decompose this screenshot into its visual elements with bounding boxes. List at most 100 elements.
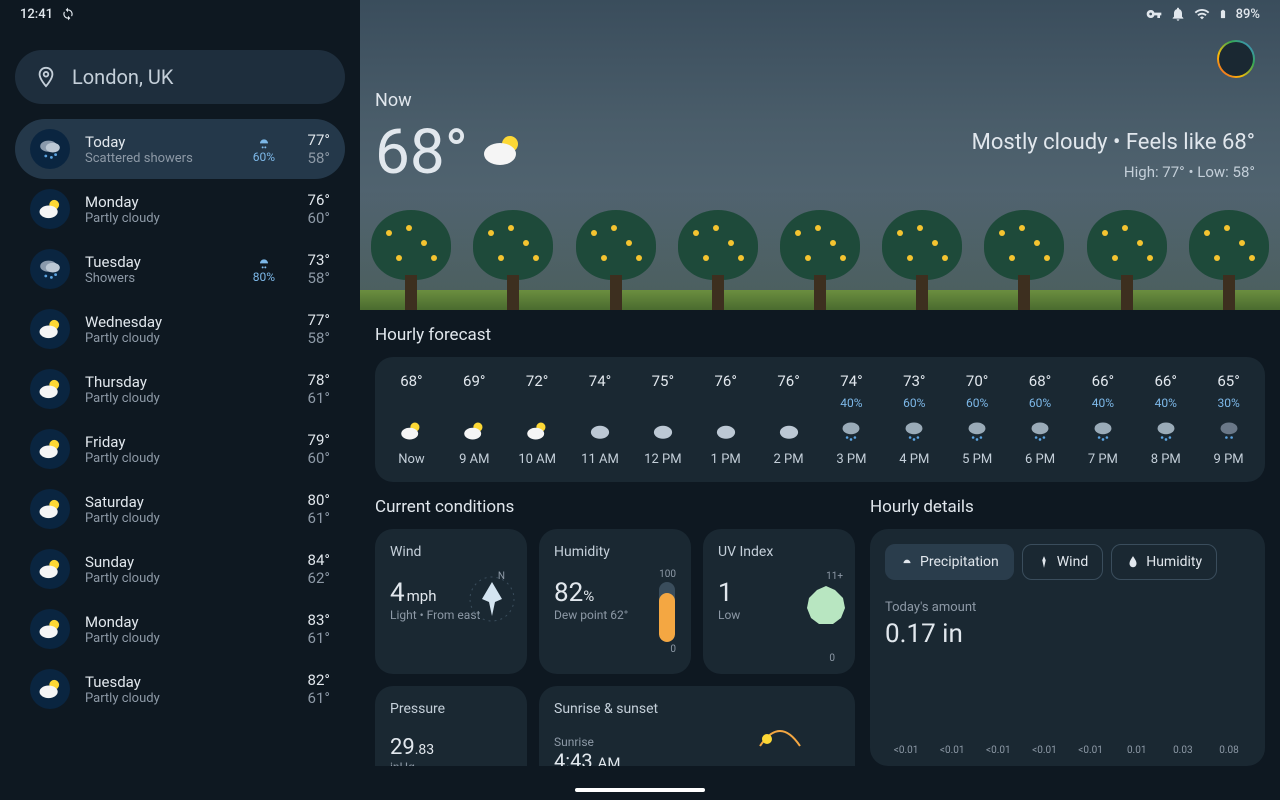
hourly-item-5[interactable]: 76° 1 PM — [694, 372, 757, 467]
humidity-label: Humidity — [554, 544, 676, 560]
forecast-low: 58° — [308, 149, 330, 167]
hourly-time: 11 AM — [581, 452, 619, 467]
forecast-condition: Partly cloudy — [85, 571, 230, 586]
hourly-time: 12 PM — [644, 452, 681, 467]
forecast-low: 61° — [308, 389, 330, 407]
hourly-item-2[interactable]: 72° 10 AM — [506, 372, 569, 467]
forecast-item-3[interactable]: Wednesday Partly cloudy 77° 58° — [15, 299, 345, 359]
forecast-item-8[interactable]: Monday Partly cloudy 83° 61° — [15, 599, 345, 659]
hourly-precip: 40% — [1155, 396, 1177, 410]
hourly-weather-icon — [461, 416, 487, 446]
hourly-forecast[interactable]: 68° Now 69° 9 AM 72° 10 AM 74° 11 AM 75° — [375, 357, 1265, 482]
location-bar[interactable]: London, UK — [15, 50, 345, 104]
hourly-precip: 40% — [1092, 396, 1114, 410]
hourly-weather-icon — [524, 416, 550, 446]
forecast-item-7[interactable]: Sunday Partly cloudy 84° 62° — [15, 539, 345, 599]
forecast-weather-icon — [30, 249, 70, 289]
forecast-item-1[interactable]: Monday Partly cloudy 76° 60° — [15, 179, 345, 239]
tab-humidity[interactable]: Humidity — [1111, 544, 1217, 580]
hourly-item-9[interactable]: 70° 60% 5 PM — [946, 372, 1009, 467]
wind-label: Wind — [390, 544, 512, 560]
forecast-item-4[interactable]: Thursday Partly cloudy 78° 61° — [15, 359, 345, 419]
forecast-day: Wednesday — [85, 313, 230, 331]
hourly-item-13[interactable]: 65° 30% 9 PM — [1197, 372, 1260, 467]
forecast-day: Tuesday — [85, 673, 230, 691]
forecast-condition: Partly cloudy — [85, 391, 230, 406]
forecast-item-0[interactable]: Today Scattered showers 60% 77° 58° — [15, 119, 345, 179]
forecast-high: 78° — [308, 371, 330, 389]
forecast-item-9[interactable]: Tuesday Partly cloudy 82° 61° — [15, 659, 345, 719]
hourly-item-11[interactable]: 66° 40% 7 PM — [1071, 372, 1134, 467]
forecast-condition: Partly cloudy — [85, 451, 230, 466]
forecast-weather-icon — [30, 489, 70, 529]
hourly-item-8[interactable]: 73° 60% 4 PM — [883, 372, 946, 467]
hourly-weather-icon — [776, 416, 802, 446]
forecast-high: 77° — [308, 311, 330, 329]
current-temp: 68° — [375, 116, 468, 189]
hourly-weather-icon — [964, 416, 990, 446]
hourly-title: Hourly forecast — [375, 325, 1265, 345]
forecast-high: 79° — [308, 431, 330, 449]
forecast-condition: Partly cloudy — [85, 331, 230, 346]
battery-icon — [1218, 6, 1228, 22]
forecast-weather-icon — [30, 129, 70, 169]
hourly-item-0[interactable]: 68° Now — [380, 372, 443, 467]
hourly-time: 8 PM — [1151, 452, 1181, 467]
forecast-low: 58° — [308, 269, 330, 287]
hourly-item-12[interactable]: 66° 40% 8 PM — [1134, 372, 1197, 467]
location-icon — [35, 66, 57, 88]
hourly-time: 1 PM — [711, 452, 741, 467]
hourly-temp: 72° — [526, 372, 548, 390]
hourly-item-1[interactable]: 69° 9 AM — [443, 372, 506, 467]
forecast-weather-icon — [30, 309, 70, 349]
hourly-precip: 30% — [1217, 396, 1239, 410]
forecast-high: 76° — [308, 191, 330, 209]
detail-bar: <0.01 — [885, 745, 927, 756]
forecast-list: Today Scattered showers 60% 77° 58° Mond… — [15, 119, 345, 719]
forecast-condition: Partly cloudy — [85, 511, 230, 526]
vpn-icon — [1146, 6, 1162, 22]
hero-section: Now 68° Mostly cloudy • Feels like 68° H… — [360, 0, 1280, 310]
humidity-card[interactable]: Humidity 82% Dew point 62° 100 0 — [539, 529, 691, 674]
forecast-weather-icon — [30, 369, 70, 409]
pressure-card[interactable]: Pressure 29.83 inHg — [375, 686, 527, 766]
current-condition: Mostly cloudy • Feels like 68° — [972, 130, 1255, 155]
forecast-low: 60° — [308, 449, 330, 467]
uv-card[interactable]: UV Index 1 Low 11+ 0 — [703, 529, 855, 674]
dnd-icon — [1170, 6, 1186, 22]
hourly-precip: 60% — [903, 396, 925, 410]
main-content: Now 68° Mostly cloudy • Feels like 68° H… — [360, 0, 1280, 800]
hourly-temp: 66° — [1092, 372, 1114, 390]
hourly-item-7[interactable]: 74° 40% 3 PM — [820, 372, 883, 467]
forecast-day: Monday — [85, 193, 230, 211]
hourly-temp: 74° — [840, 372, 862, 390]
wind-card[interactable]: Wind N 4mph Light • From east — [375, 529, 527, 674]
current-hilo: High: 77° • Low: 58° — [972, 163, 1255, 181]
hourly-item-6[interactable]: 76° 2 PM — [757, 372, 820, 467]
forecast-condition: Partly cloudy — [85, 691, 230, 706]
forecast-item-2[interactable]: Tuesday Showers 80% 73° 58° — [15, 239, 345, 299]
hourly-time: 4 PM — [899, 452, 929, 467]
hourly-temp: 66° — [1155, 372, 1177, 390]
forecast-item-5[interactable]: Friday Partly cloudy 79° 60° — [15, 419, 345, 479]
forecast-item-6[interactable]: Saturday Partly cloudy 80° 61° — [15, 479, 345, 539]
nav-home-indicator[interactable] — [575, 788, 705, 792]
forecast-low: 60° — [308, 209, 330, 227]
forecast-high: 84° — [308, 551, 330, 569]
hourly-time: 6 PM — [1025, 452, 1055, 467]
sunrise-card[interactable]: Sunrise & sunset Sunrise 4:43 AM — [539, 686, 855, 766]
hourly-weather-icon — [901, 416, 927, 446]
account-avatar[interactable] — [1217, 40, 1255, 78]
hourly-item-3[interactable]: 74° 11 AM — [569, 372, 632, 467]
tab-wind[interactable]: Wind — [1022, 544, 1103, 580]
humidity-gauge-icon: 100 0 — [659, 569, 676, 655]
tab-precipitation[interactable]: Precipitation — [885, 544, 1014, 580]
hourly-precip: 40% — [840, 396, 862, 410]
hourly-weather-icon — [587, 416, 613, 446]
forecast-low: 58° — [308, 329, 330, 347]
hourly-weather-icon — [838, 416, 864, 446]
hourly-item-10[interactable]: 68° 60% 6 PM — [1009, 372, 1072, 467]
hourly-item-4[interactable]: 75° 12 PM — [631, 372, 694, 467]
hourly-temp: 74° — [589, 372, 611, 390]
sidebar: London, UK Today Scattered showers 60% 7… — [0, 0, 360, 800]
